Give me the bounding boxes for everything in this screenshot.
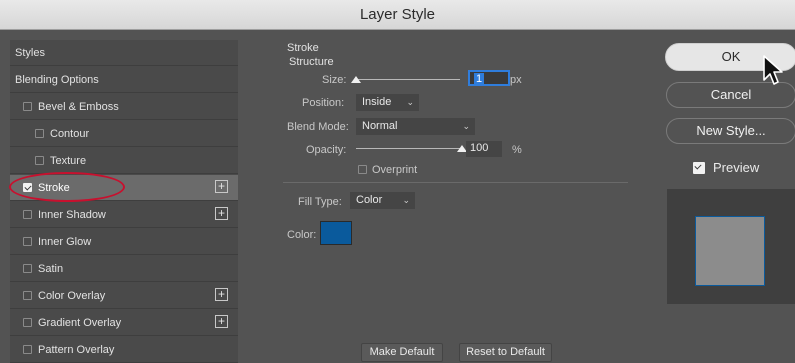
sidebar-item-color-overlay[interactable]: Color Overlay + — [10, 283, 238, 309]
overprint-checkbox[interactable] — [358, 165, 367, 174]
structure-subheading: Structure — [289, 56, 334, 68]
opacity-slider-track[interactable] — [356, 148, 462, 149]
add-gradient-overlay-icon[interactable]: + — [215, 315, 228, 328]
preview-checkbox[interactable] — [693, 162, 705, 174]
blend-mode-label: Blend Mode: — [287, 121, 349, 133]
preview-thumbnail — [695, 216, 765, 286]
preview-toggle[interactable]: Preview — [693, 159, 773, 177]
sidebar-item-contour[interactable]: Contour — [10, 121, 238, 147]
sidebar-item-inner-glow[interactable]: Inner Glow — [10, 229, 238, 255]
sidebar-item-label: Pattern Overlay — [38, 344, 115, 356]
sidebar-item-label: Color Overlay — [38, 290, 106, 302]
blend-mode-value: Normal — [362, 120, 398, 132]
fill-type-label: Fill Type: — [298, 196, 342, 208]
size-label: Size: — [322, 74, 347, 86]
chevron-down-icon: ⌄ — [462, 121, 470, 131]
sidebar-item-gradient-overlay[interactable]: Gradient Overlay + — [10, 310, 238, 336]
opacity-label: Opacity: — [306, 144, 347, 156]
styles-sidebar: Styles Blending Options Bevel & Emboss C… — [10, 40, 238, 363]
gradient-overlay-checkbox[interactable] — [23, 318, 32, 327]
sidebar-item-label: Styles — [15, 47, 45, 59]
inner-shadow-checkbox[interactable] — [23, 210, 32, 219]
stroke-heading: Stroke — [287, 42, 319, 54]
sidebar-item-label: Inner Glow — [38, 236, 92, 248]
make-default-button[interactable]: Make Default — [361, 343, 443, 362]
chevron-down-icon: ⌄ — [406, 97, 414, 107]
sidebar-item-texture[interactable]: Texture — [10, 148, 238, 174]
color-overlay-checkbox[interactable] — [23, 291, 32, 300]
fill-type-select[interactable]: Color ⌄ — [350, 192, 415, 209]
sidebar-item-pattern-overlay[interactable]: Pattern Overlay — [10, 337, 238, 363]
fill-type-value: Color — [356, 194, 383, 206]
size-value: 1 — [474, 73, 485, 85]
add-stroke-icon[interactable]: + — [215, 180, 228, 193]
position-label: Position: — [302, 97, 345, 109]
title-bar: Layer Style — [0, 0, 795, 30]
new-style-button[interactable]: New Style... — [666, 118, 795, 144]
sidebar-item-label: Inner Shadow — [38, 209, 106, 221]
add-inner-shadow-icon[interactable]: + — [215, 207, 228, 220]
highlight-circle — [9, 172, 125, 202]
reset-to-default-button[interactable]: Reset to Default — [459, 343, 552, 362]
size-unit: px — [510, 74, 522, 86]
sidebar-item-bevel-emboss[interactable]: Bevel & Emboss — [10, 94, 238, 120]
overprint-label: Overprint — [372, 164, 418, 176]
window-title: Layer Style — [359, 6, 436, 23]
sidebar-item-label: Bevel & Emboss — [38, 101, 119, 113]
inner-glow-checkbox[interactable] — [23, 237, 32, 246]
opacity-unit: % — [512, 144, 522, 156]
size-input[interactable]: 1 — [468, 70, 510, 86]
position-value: Inside — [362, 96, 392, 108]
sidebar-item-label: Gradient Overlay — [38, 317, 122, 329]
blend-mode-select[interactable]: Normal ⌄ — [356, 118, 475, 135]
preview-label: Preview — [713, 160, 760, 175]
mouse-cursor-icon — [763, 55, 783, 85]
position-select[interactable]: Inside ⌄ — [356, 94, 419, 111]
contour-checkbox[interactable] — [35, 129, 44, 138]
add-color-overlay-icon[interactable]: + — [215, 288, 228, 301]
size-slider-thumb[interactable] — [351, 76, 361, 83]
sidebar-item-styles[interactable]: Styles — [10, 40, 238, 66]
opacity-input[interactable]: 100 — [466, 141, 502, 157]
sidebar-item-label: Satin — [38, 263, 64, 275]
pattern-overlay-checkbox[interactable] — [23, 345, 32, 354]
chevron-down-icon: ⌄ — [402, 195, 410, 205]
sidebar-item-label: Texture — [50, 155, 87, 167]
sidebar-item-satin[interactable]: Satin — [10, 256, 238, 282]
preview-area — [667, 189, 795, 304]
sidebar-item-label: Contour — [50, 128, 90, 140]
stroke-color-swatch[interactable] — [320, 221, 352, 245]
texture-checkbox[interactable] — [35, 156, 44, 165]
sidebar-item-inner-shadow[interactable]: Inner Shadow + — [10, 202, 238, 228]
size-slider-track[interactable] — [354, 79, 460, 80]
bevel-emboss-checkbox[interactable] — [23, 102, 32, 111]
sidebar-item-blending-options[interactable]: Blending Options — [10, 67, 238, 93]
section-divider — [283, 182, 628, 183]
satin-checkbox[interactable] — [23, 264, 32, 273]
opacity-value: 100 — [470, 142, 489, 154]
color-label: Color: — [287, 229, 317, 241]
sidebar-item-label: Blending Options — [15, 74, 99, 86]
